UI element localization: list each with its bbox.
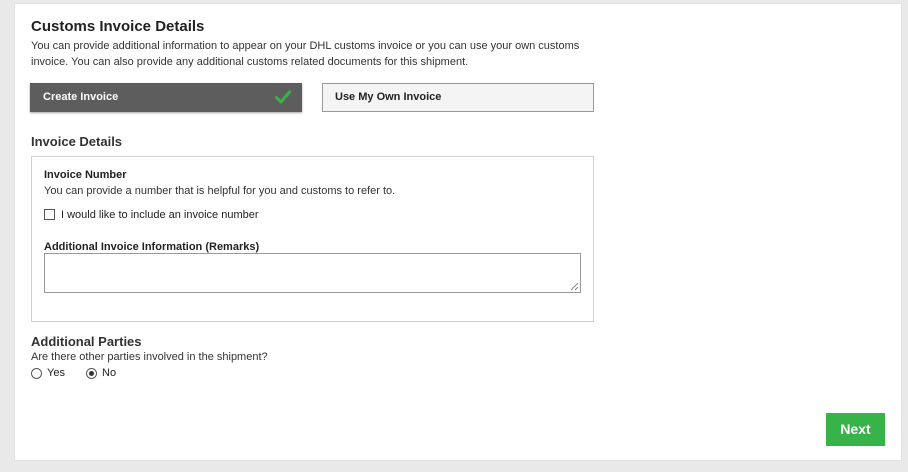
- invoice-number-label: Invoice Number: [44, 169, 127, 181]
- include-invoice-number-label[interactable]: I would like to include an invoice numbe…: [61, 209, 259, 221]
- invoice-details-title: Invoice Details: [31, 134, 123, 149]
- resize-grip-icon[interactable]: [570, 282, 579, 291]
- additional-parties-title: Additional Parties: [31, 334, 142, 349]
- remarks-textarea[interactable]: [44, 253, 581, 293]
- intro-text: You can provide additional information t…: [31, 40, 580, 68]
- yes-radio-label[interactable]: Yes: [47, 367, 65, 379]
- use-own-invoice-button[interactable]: Use My Own Invoice: [322, 83, 594, 112]
- no-radio[interactable]: [86, 368, 97, 379]
- include-invoice-number-checkbox[interactable]: [44, 209, 55, 220]
- page-title: Customs Invoice Details: [31, 18, 205, 35]
- yes-radio[interactable]: [31, 368, 42, 379]
- create-invoice-button[interactable]: Create Invoice: [30, 83, 302, 112]
- checkmark-icon: [275, 90, 291, 104]
- no-radio-label[interactable]: No: [102, 367, 116, 379]
- invoice-details-box: Invoice Number You can provide a number …: [31, 156, 594, 322]
- create-invoice-label: Create Invoice: [43, 91, 119, 103]
- remarks-label: Additional Invoice Information (Remarks): [44, 241, 260, 253]
- invoice-number-help: You can provide a number that is helpful…: [44, 185, 396, 197]
- customs-invoice-card: Customs Invoice Details You can provide …: [14, 3, 902, 461]
- additional-parties-question: Are there other parties involved in the …: [31, 351, 268, 363]
- next-button[interactable]: Next: [826, 413, 885, 446]
